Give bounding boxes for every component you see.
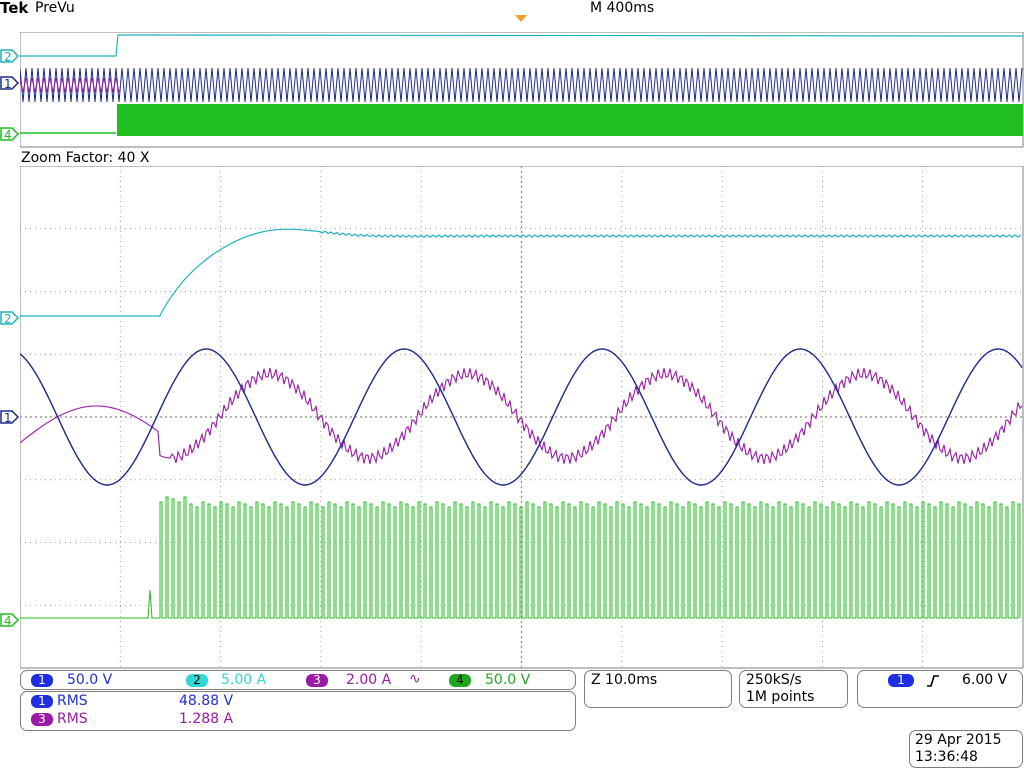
ch2-ground-marker[interactable]: 2 <box>0 311 20 330</box>
timebase-readout: M 400ms <box>590 0 655 16</box>
overview-ch2-marker: 2 <box>0 49 20 68</box>
ch4-scale: 50.0 V <box>485 672 531 688</box>
svg-text:4: 4 <box>4 128 12 142</box>
channel-scale-readout[interactable]: 1 50.0 V 2 5.00 A 3 2.00 A ∿ 4 50.0 V <box>20 670 576 690</box>
meas2-badge: 3 <box>31 713 53 726</box>
meas2-value: 1.288 A <box>179 711 234 727</box>
trigger-level: 6.00 V <box>962 672 1008 688</box>
meas2-label: RMS <box>57 711 88 727</box>
overview-ch4-marker: 4 <box>0 127 20 146</box>
record-length: 1M points <box>746 689 815 705</box>
svg-text:4: 4 <box>4 614 12 628</box>
ch1-scale: 50.0 V <box>67 672 113 688</box>
ch4-badge: 4 <box>449 674 471 687</box>
datetime-readout: 29 Apr 2015 13:36:48 <box>909 730 1023 768</box>
meas1-label: RMS <box>57 693 88 709</box>
meas1-value: 48.88 V <box>179 693 234 709</box>
overview-ch1-marker: 1 <box>0 76 20 95</box>
zoom-plot[interactable] <box>20 166 1024 669</box>
trigger-readout[interactable]: 1 6.00 V <box>857 670 1023 708</box>
measurement-readout[interactable]: 1 RMS 48.88 V 3 RMS 1.288 A <box>20 691 576 731</box>
ch2-badge: 2 <box>186 674 208 687</box>
ch3-scale: 2.00 A <box>346 672 392 688</box>
zoom-timebase: Z 10.0ms <box>591 672 658 688</box>
ch4-ground-marker[interactable]: 4 <box>0 613 20 632</box>
status-bar: Tek PreVu M 400ms <box>0 0 1024 17</box>
brand-logo: Tek <box>0 0 29 17</box>
svg-text:1: 1 <box>4 411 12 425</box>
trigger-source-badge: 1 <box>888 674 914 687</box>
acquisition-readout[interactable]: 250kS/s 1M points <box>739 670 848 708</box>
trigger-position-icon <box>515 15 527 22</box>
ch1-badge: 1 <box>31 674 53 687</box>
svg-text:2: 2 <box>4 312 12 326</box>
ch1-ground-marker[interactable]: 1 <box>0 410 20 429</box>
svg-text:1: 1 <box>4 77 12 91</box>
ac-coupling-icon: ∿ <box>409 671 421 687</box>
ch3-badge: 3 <box>306 674 328 687</box>
overview-plot[interactable] <box>20 32 1024 148</box>
zoom-factor-label: Zoom Factor: 40 X <box>21 150 150 166</box>
svg-text:2: 2 <box>4 50 12 64</box>
meas1-badge: 1 <box>31 695 53 708</box>
date-text: 29 Apr 2015 <box>915 732 1002 748</box>
horizontal-scale-readout[interactable]: Z 10.0ms <box>584 670 732 708</box>
rising-edge-icon <box>927 675 939 687</box>
sample-rate: 250kS/s <box>746 672 802 688</box>
ch2-scale: 5.00 A <box>221 672 267 688</box>
acquisition-mode: PreVu <box>35 0 75 16</box>
time-text: 13:36:48 <box>915 749 978 765</box>
